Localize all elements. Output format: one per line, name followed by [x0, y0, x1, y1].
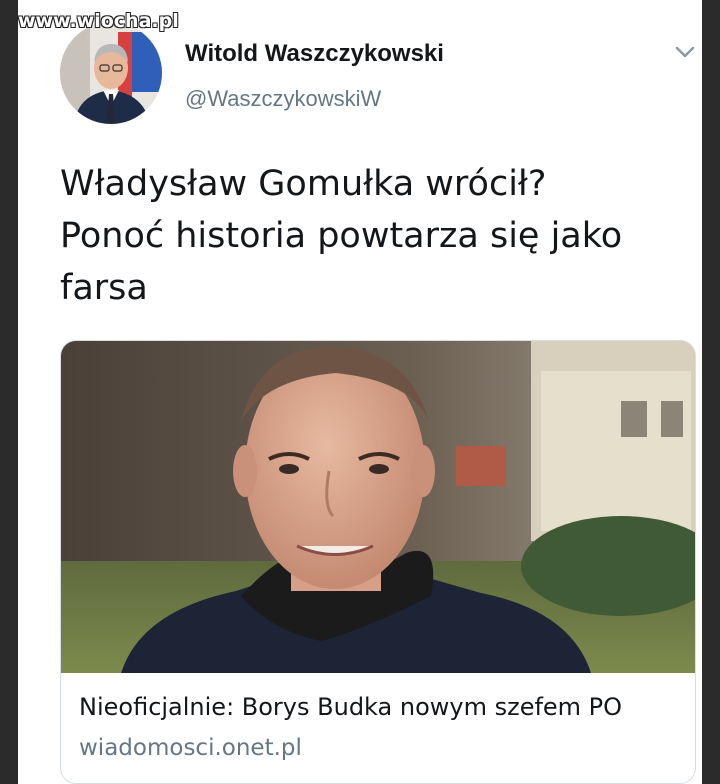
- tweet-text-line: Władysław Gomułka wrócił?: [60, 164, 547, 204]
- link-preview-image[interactable]: [61, 341, 696, 673]
- author-name[interactable]: Witold Waszczykowski: [185, 40, 444, 68]
- watermark: www.wiocha.pl: [18, 10, 179, 32]
- tweet-text-line: farsa: [60, 268, 148, 308]
- link-preview-card[interactable]: Nieoficjalnie: Borys Budka nowym szefem …: [60, 340, 696, 784]
- chevron-down-icon[interactable]: [673, 42, 697, 62]
- tweet-card: Witold Waszczykowski @WaszczykowskiW Wła…: [18, 0, 702, 784]
- link-preview-domain[interactable]: wiadomosci.onet.pl: [79, 735, 302, 761]
- avatar[interactable]: [60, 22, 162, 124]
- tweet-text-line: Ponoć historia powtarza się jako: [60, 216, 623, 256]
- link-preview-title[interactable]: Nieoficjalnie: Borys Budka nowym szefem …: [79, 693, 622, 721]
- author-handle[interactable]: @WaszczykowskiW: [185, 86, 381, 112]
- avatar-image: [60, 22, 162, 124]
- tweet-text: Władysław Gomułka wrócił? Ponoć historia…: [60, 158, 690, 314]
